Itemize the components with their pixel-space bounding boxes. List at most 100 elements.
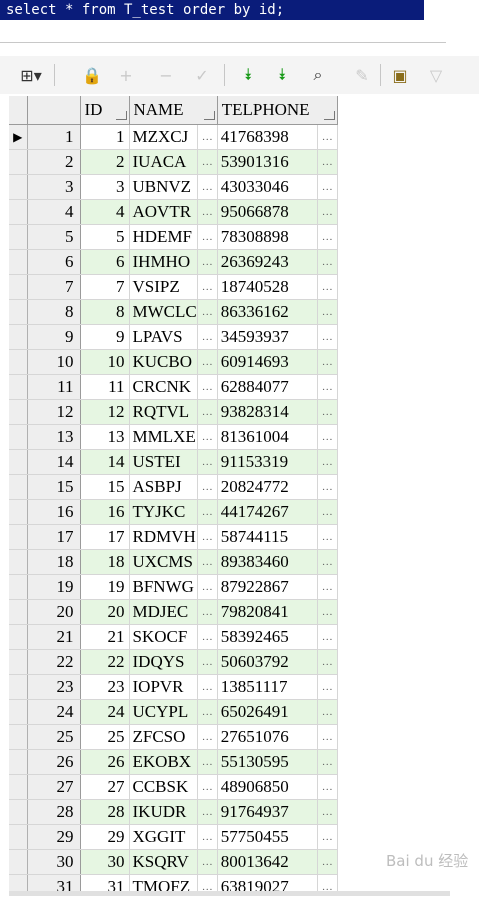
- name-cell[interactable]: MMLXE: [129, 424, 198, 450]
- table-row[interactable]: 17 17 RDMVH… 58744115…: [9, 524, 338, 550]
- id-cell[interactable]: 29: [80, 824, 130, 850]
- name-cell[interactable]: IHMHO: [129, 249, 198, 275]
- telphone-editor-button[interactable]: …: [317, 174, 338, 200]
- column-header-name[interactable]: NAME: [129, 96, 218, 125]
- id-cell[interactable]: 3: [80, 174, 130, 200]
- delete-record-icon[interactable]: −: [154, 62, 178, 88]
- fetch-next-icon[interactable]: ⯯: [236, 62, 260, 88]
- id-cell[interactable]: 14: [80, 449, 130, 475]
- id-cell[interactable]: 17: [80, 524, 130, 550]
- id-cell[interactable]: 10: [80, 349, 130, 375]
- telphone-cell[interactable]: 55130595: [217, 749, 318, 775]
- telphone-cell[interactable]: 20824772: [217, 474, 318, 500]
- id-cell[interactable]: 28: [80, 799, 130, 825]
- table-row[interactable]: 23 23 IOPVR… 13851117…: [9, 674, 338, 700]
- name-editor-button[interactable]: …: [197, 199, 218, 225]
- table-row[interactable]: 15 15 ASBPJ… 20824772…: [9, 474, 338, 500]
- name-editor-button[interactable]: …: [197, 249, 218, 275]
- name-cell[interactable]: IDQYS: [129, 649, 198, 675]
- telphone-editor-button[interactable]: …: [317, 849, 338, 875]
- name-editor-button[interactable]: …: [197, 849, 218, 875]
- name-editor-button[interactable]: …: [197, 374, 218, 400]
- table-row[interactable]: 29 29 XGGIT… 57750455…: [9, 824, 338, 850]
- name-cell[interactable]: TYJKC: [129, 499, 198, 525]
- name-editor-button[interactable]: …: [197, 149, 218, 175]
- table-row[interactable]: 2 2 IUACA… 53901316…: [9, 149, 338, 175]
- id-cell[interactable]: 30: [80, 849, 130, 875]
- id-cell[interactable]: 7: [80, 274, 130, 300]
- table-row[interactable]: 22 22 IDQYS… 50603792…: [9, 649, 338, 675]
- telphone-editor-button[interactable]: …: [317, 574, 338, 600]
- column-header-id[interactable]: ID: [80, 96, 130, 125]
- name-editor-button[interactable]: …: [197, 699, 218, 725]
- find-icon[interactable]: ⌕: [306, 62, 330, 88]
- id-cell[interactable]: 9: [80, 324, 130, 350]
- name-cell[interactable]: ASBPJ: [129, 474, 198, 500]
- table-row[interactable]: 24 24 UCYPL… 65026491…: [9, 699, 338, 725]
- name-editor-button[interactable]: …: [197, 749, 218, 775]
- telphone-editor-button[interactable]: …: [317, 149, 338, 175]
- telphone-cell[interactable]: 91153319: [217, 449, 318, 475]
- name-editor-button[interactable]: …: [197, 299, 218, 325]
- name-editor-button[interactable]: …: [197, 124, 218, 150]
- telphone-cell[interactable]: 93828314: [217, 399, 318, 425]
- add-record-icon[interactable]: +: [114, 62, 138, 88]
- name-editor-button[interactable]: …: [197, 274, 218, 300]
- name-editor-button[interactable]: …: [197, 499, 218, 525]
- id-cell[interactable]: 23: [80, 674, 130, 700]
- telphone-editor-button[interactable]: …: [317, 549, 338, 575]
- table-row[interactable]: 8 8 MWCLC… 86336162…: [9, 299, 338, 325]
- id-cell[interactable]: 18: [80, 549, 130, 575]
- id-cell[interactable]: 8: [80, 299, 130, 325]
- telphone-editor-button[interactable]: …: [317, 299, 338, 325]
- table-row[interactable]: 21 21 SKOCF… 58392465…: [9, 624, 338, 650]
- id-cell[interactable]: 24: [80, 699, 130, 725]
- telphone-cell[interactable]: 86336162: [217, 299, 318, 325]
- id-cell[interactable]: 4: [80, 199, 130, 225]
- clear-icon[interactable]: ✎: [350, 62, 374, 88]
- name-cell[interactable]: USTEI: [129, 449, 198, 475]
- name-editor-button[interactable]: …: [197, 324, 218, 350]
- telphone-editor-button[interactable]: …: [317, 399, 338, 425]
- column-header-telphone[interactable]: TELPHONE: [217, 96, 338, 125]
- telphone-cell[interactable]: 27651076: [217, 724, 318, 750]
- name-cell[interactable]: MWCLC: [129, 299, 198, 325]
- name-cell[interactable]: RDMVH: [129, 524, 198, 550]
- telphone-editor-button[interactable]: …: [317, 524, 338, 550]
- telphone-editor-button[interactable]: …: [317, 799, 338, 825]
- name-editor-button[interactable]: …: [197, 449, 218, 475]
- id-cell[interactable]: 26: [80, 749, 130, 775]
- telphone-cell[interactable]: 53901316: [217, 149, 318, 175]
- name-cell[interactable]: MZXCJ: [129, 124, 198, 150]
- telphone-editor-button[interactable]: …: [317, 474, 338, 500]
- id-cell[interactable]: 2: [80, 149, 130, 175]
- name-editor-button[interactable]: …: [197, 624, 218, 650]
- telphone-cell[interactable]: 79820841: [217, 599, 318, 625]
- name-cell[interactable]: MDJEC: [129, 599, 198, 625]
- result-grid[interactable]: ID NAME TELPHONE ▶ 1 1 MZXCJ… 41768398… 2 2 IUA…: [9, 96, 340, 891]
- name-cell[interactable]: EKOBX: [129, 749, 198, 775]
- telphone-editor-button[interactable]: …: [317, 349, 338, 375]
- name-editor-button[interactable]: …: [197, 549, 218, 575]
- table-row[interactable]: 25 25 ZFCSO… 27651076…: [9, 724, 338, 750]
- telphone-cell[interactable]: 50603792: [217, 649, 318, 675]
- table-row[interactable]: 3 3 UBNVZ… 43033046…: [9, 174, 338, 200]
- telphone-cell[interactable]: 78308898: [217, 224, 318, 250]
- table-row[interactable]: 6 6 IHMHO… 26369243…: [9, 249, 338, 275]
- name-cell[interactable]: IKUDR: [129, 799, 198, 825]
- name-cell[interactable]: LPAVS: [129, 324, 198, 350]
- name-cell[interactable]: RQTVL: [129, 399, 198, 425]
- name-editor-button[interactable]: …: [197, 649, 218, 675]
- table-row[interactable]: 5 5 HDEMF… 78308898…: [9, 224, 338, 250]
- table-row[interactable]: 27 27 CCBSK… 48906850…: [9, 774, 338, 800]
- name-cell[interactable]: KUCBO: [129, 349, 198, 375]
- name-cell[interactable]: KSQRV: [129, 849, 198, 875]
- table-row[interactable]: 12 12 RQTVL… 93828314…: [9, 399, 338, 425]
- table-row[interactable]: 16 16 TYJKC… 44174267…: [9, 499, 338, 525]
- telphone-editor-button[interactable]: …: [317, 824, 338, 850]
- id-cell[interactable]: 27: [80, 774, 130, 800]
- name-cell[interactable]: ZFCSO: [129, 724, 198, 750]
- name-editor-button[interactable]: …: [197, 574, 218, 600]
- lock-icon[interactable]: 🔒: [80, 62, 104, 88]
- name-editor-button[interactable]: …: [197, 399, 218, 425]
